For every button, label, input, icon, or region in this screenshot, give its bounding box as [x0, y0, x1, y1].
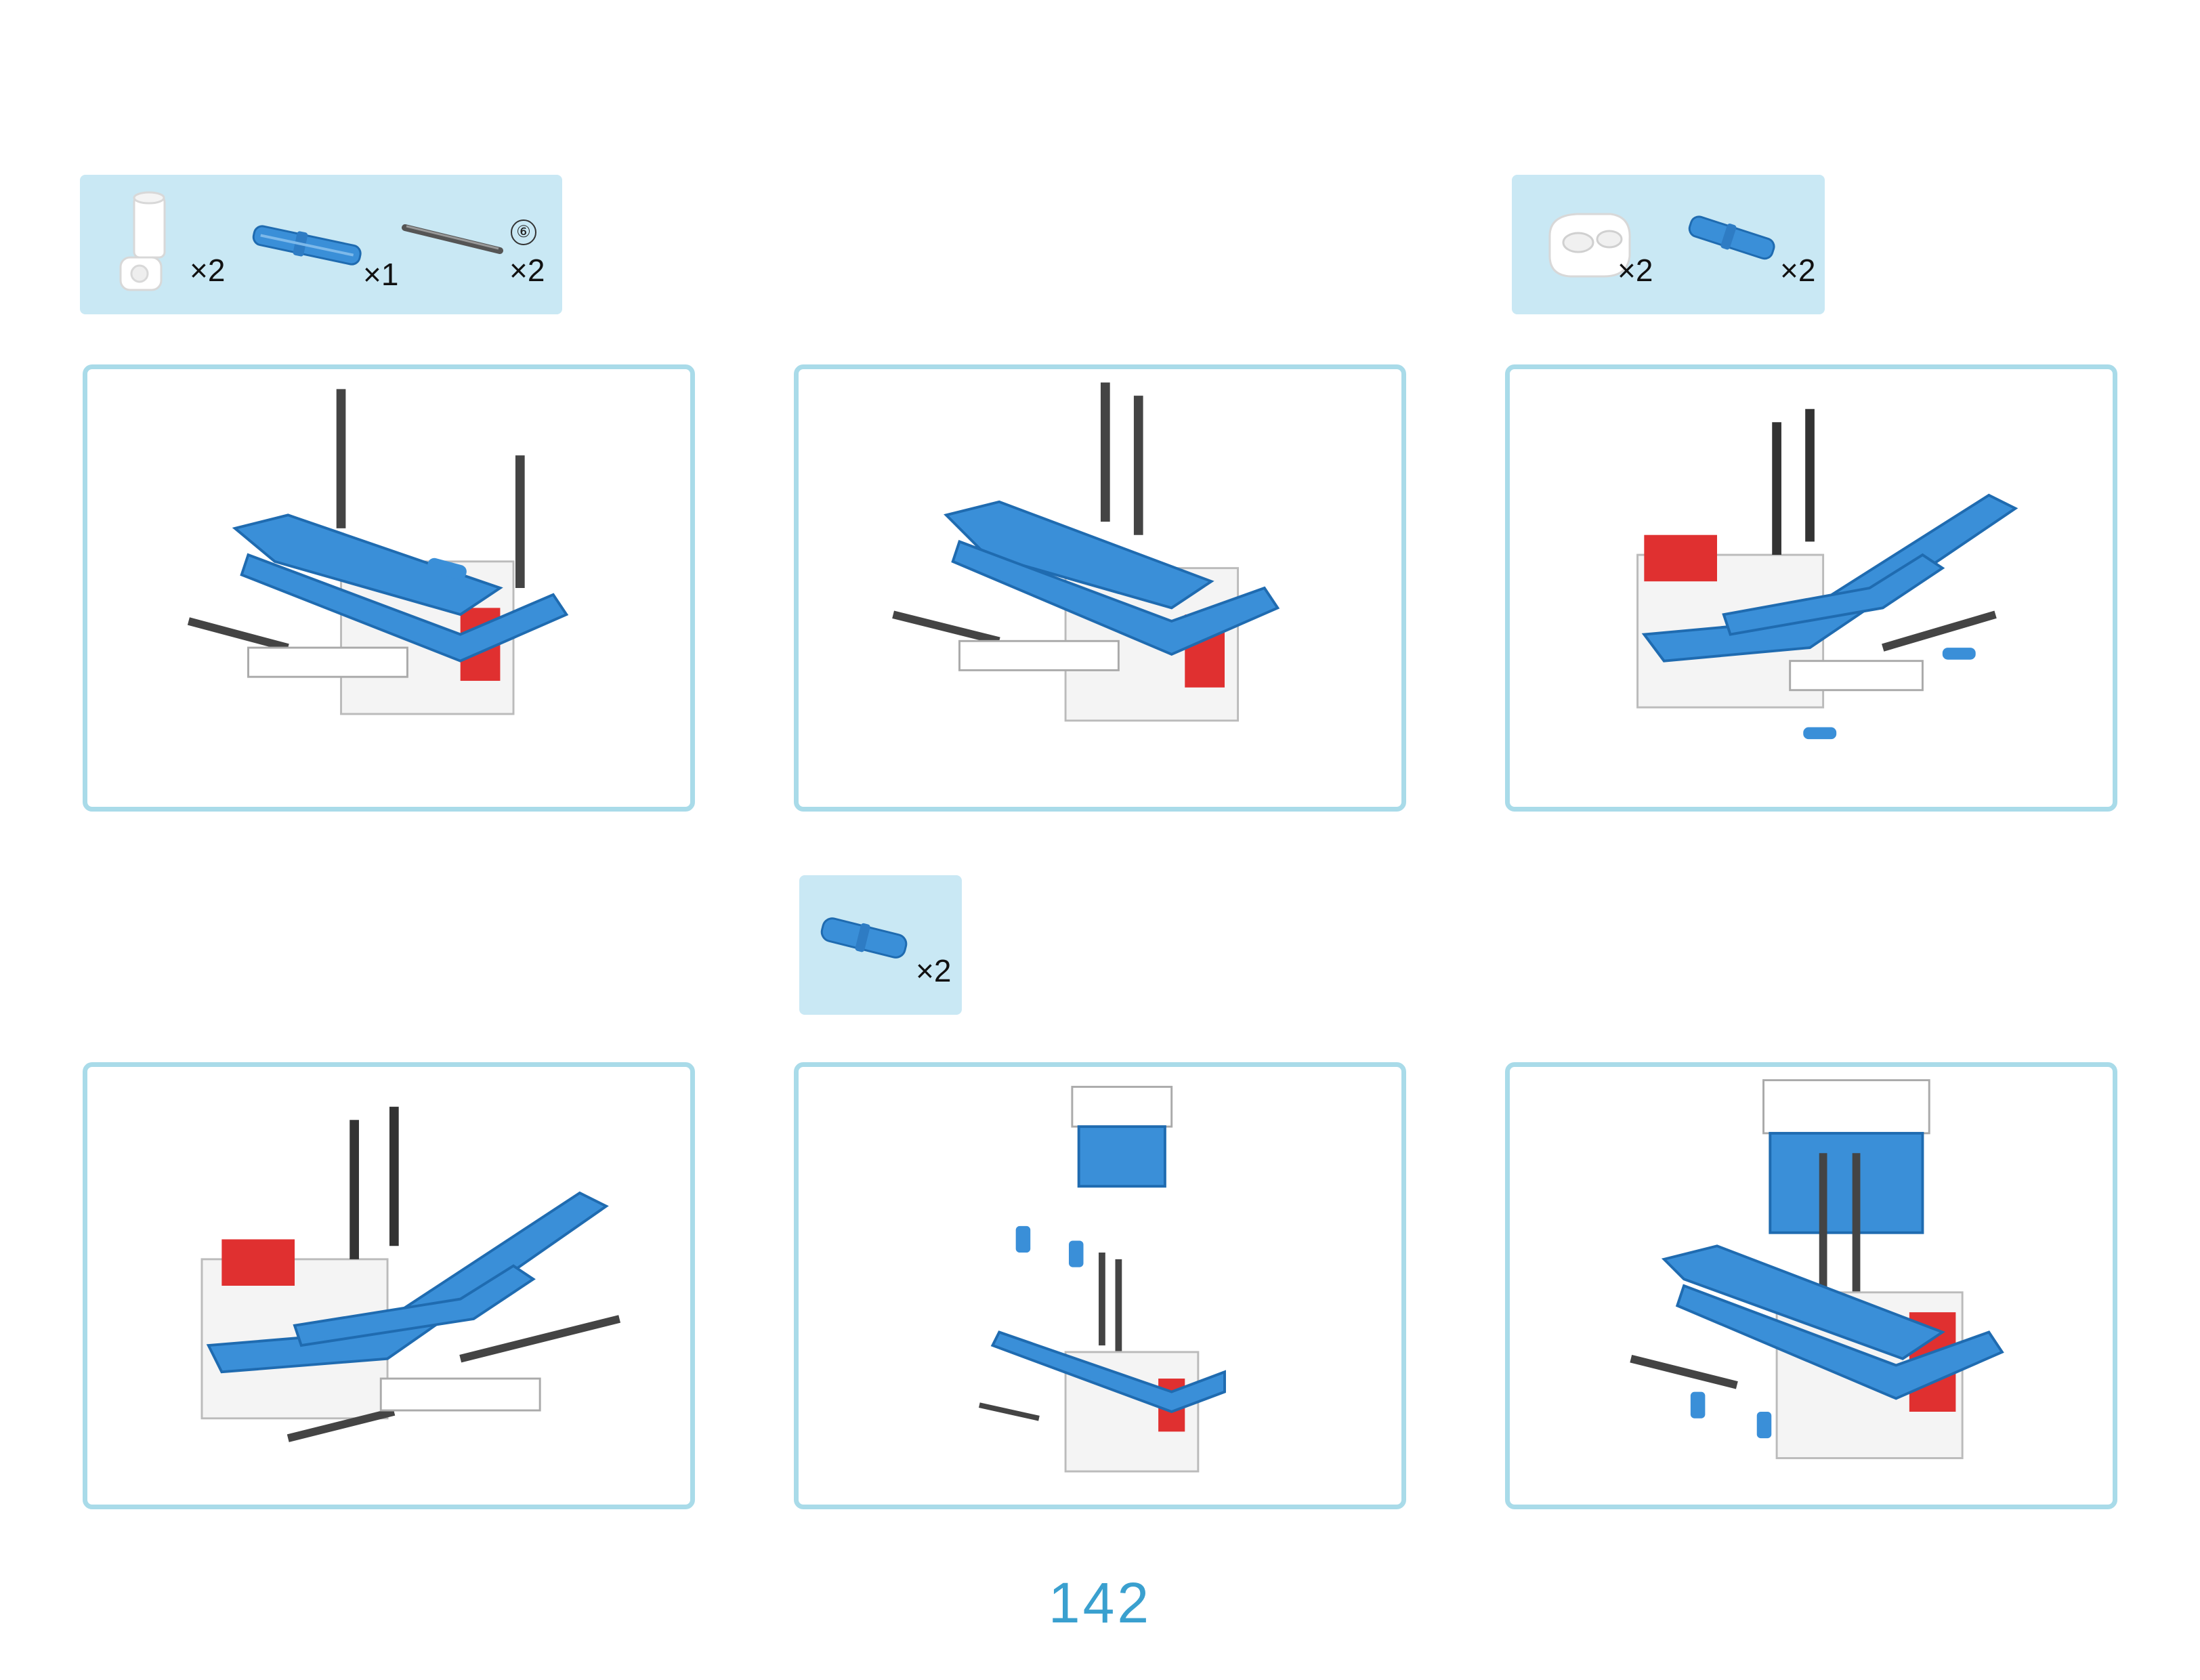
blue-long-pin-icon	[252, 225, 362, 266]
qty-label: ×2	[1780, 253, 1816, 288]
parts-callout-2: ×2 ×2	[1512, 175, 1825, 314]
parts-callout-3: ×2	[799, 875, 962, 1015]
page-number: 142	[1048, 1571, 1152, 1635]
step-panel-4	[83, 1062, 695, 1509]
blue-pin-icon	[820, 917, 908, 959]
assembly-illustration	[187, 389, 569, 715]
qty-label: ×2	[1617, 253, 1653, 288]
parts-callout-1: ×2 ×1 ⑥ ×2	[80, 175, 562, 314]
assembly-illustration	[892, 382, 1280, 722]
blue-axle-pin-icon	[1688, 215, 1775, 260]
qty-label: ×2	[916, 953, 952, 988]
step-panel-5	[794, 1062, 1406, 1509]
step-panel-6	[1505, 1062, 2117, 1509]
assembly-illustration	[979, 1085, 1226, 1473]
qty-label: ×2	[509, 253, 545, 288]
assembly-illustration	[1630, 1079, 2004, 1459]
assembly-illustration	[1636, 408, 2018, 740]
axle-size-badge: ⑥	[511, 219, 536, 245]
qty-label: ×1	[363, 257, 399, 292]
step-panel-2	[794, 364, 1406, 812]
white-axle-connector-icon	[119, 191, 166, 291]
assembly-illustration	[200, 1106, 621, 1442]
qty-label: ×2	[190, 253, 226, 288]
step-panel-1	[83, 364, 695, 812]
grey-axle-icon	[402, 224, 503, 254]
step-panel-3	[1505, 364, 2117, 812]
